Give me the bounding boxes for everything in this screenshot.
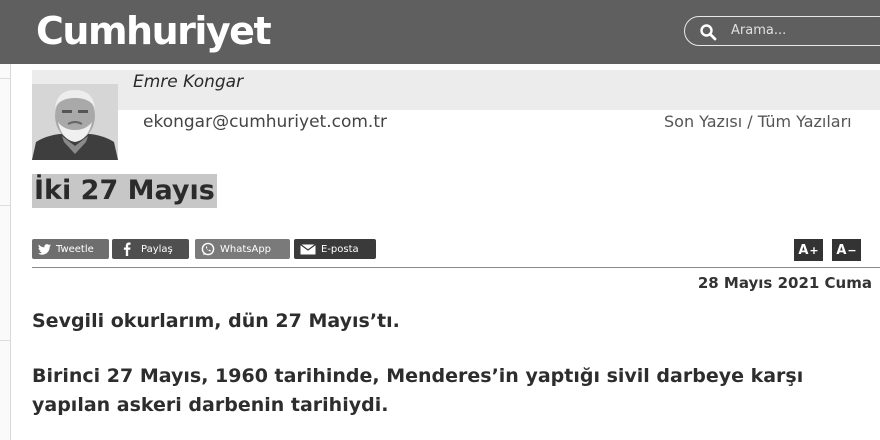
font-increase-letter: A <box>798 242 809 258</box>
top-header-bar: Cumhuriyet Arama... <box>0 0 880 64</box>
plus-icon: + <box>809 243 819 257</box>
twitter-icon <box>38 243 51 255</box>
author-portrait-image <box>32 84 118 160</box>
all-articles-link[interactable]: Tüm Yazıları <box>758 112 852 131</box>
author-article-links: Son Yazısı / Tüm Yazıları <box>664 112 852 131</box>
sidebar-divider <box>0 205 10 206</box>
facebook-share-button[interactable]: Paylaş <box>112 239 189 259</box>
left-sidebar-edge <box>0 64 11 440</box>
article-paragraph: Birinci 27 Mayıs, 1960 tarihinde, Mender… <box>32 365 804 416</box>
whatsapp-icon <box>201 242 215 256</box>
article-title: İki 27 Mayıs <box>32 174 217 208</box>
tweet-button[interactable]: Tweetle <box>32 239 109 259</box>
site-logo[interactable]: Cumhuriyet <box>36 9 272 53</box>
whatsapp-share-label: WhatsApp <box>220 243 272 255</box>
email-share-label: E-posta <box>321 243 359 255</box>
search-input[interactable]: Arama... <box>731 23 786 38</box>
facebook-share-label: Paylaş <box>141 243 173 255</box>
link-separator: / <box>742 112 758 131</box>
search-box[interactable]: Arama... <box>684 16 880 46</box>
whatsapp-share-button[interactable]: WhatsApp <box>195 239 290 259</box>
sidebar-divider <box>0 340 10 341</box>
author-email[interactable]: ekongar@cumhuriyet.com.tr <box>143 112 387 132</box>
author-avatar[interactable] <box>32 84 118 160</box>
font-decrease-button[interactable]: A − <box>832 239 861 261</box>
article-paragraph: Sevgili okurlarım, dün 27 Mayıs’tı. <box>32 310 400 332</box>
font-increase-button[interactable]: A + <box>794 239 823 261</box>
article-divider <box>32 267 880 268</box>
tweet-label: Tweetle <box>56 243 94 255</box>
minus-icon: − <box>847 243 857 257</box>
font-decrease-letter: A <box>836 242 847 258</box>
author-name[interactable]: Emre Kongar <box>133 72 243 92</box>
article-date: 28 Mayıs 2021 Cuma <box>697 274 872 292</box>
search-icon <box>700 24 717 41</box>
facebook-icon <box>123 242 131 256</box>
email-share-button[interactable]: E-posta <box>294 239 376 259</box>
last-article-link[interactable]: Son Yazısı <box>664 112 742 131</box>
envelope-icon <box>300 243 316 254</box>
sidebar-divider <box>0 78 10 79</box>
